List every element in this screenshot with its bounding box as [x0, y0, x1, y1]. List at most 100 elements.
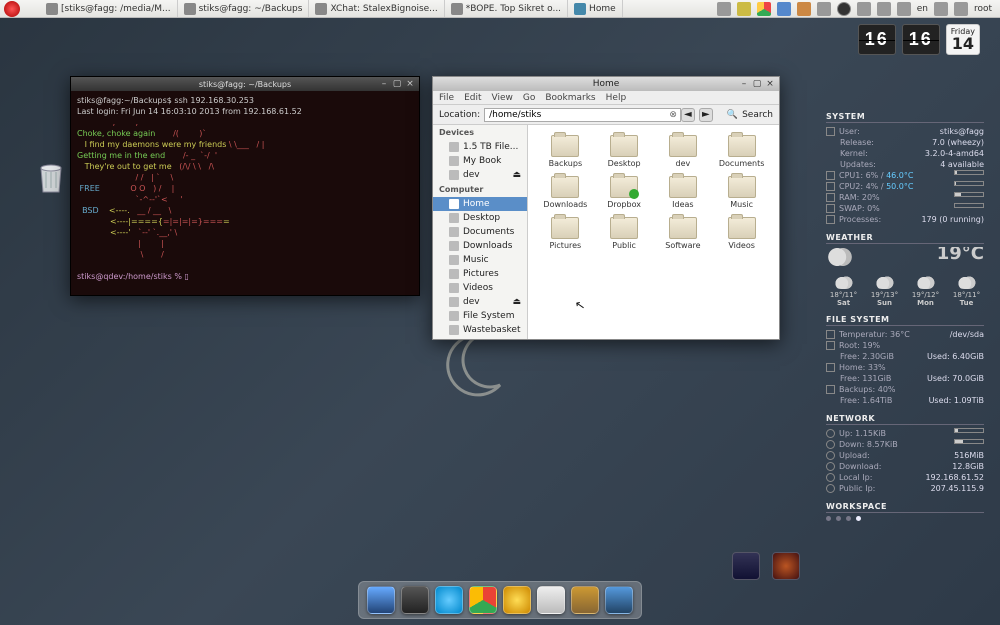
terminal-window[interactable]: stiks@fagg: ~/Backups – ▢ × stiks@fagg:~…: [70, 76, 420, 296]
trash-icon[interactable]: [35, 160, 67, 196]
menu-view[interactable]: View: [492, 93, 513, 103]
sidebar-item[interactable]: Pictures: [433, 267, 527, 281]
file-manager-window[interactable]: Home – ▢ × File Edit View Go Bookmarks H…: [432, 76, 780, 340]
location-label: Location:: [439, 110, 480, 120]
tray-icon[interactable]: [817, 2, 831, 16]
volume-tray-icon[interactable]: [897, 2, 911, 16]
folder-documents[interactable]: Documents: [714, 135, 769, 168]
user-indicator[interactable]: root: [974, 4, 992, 14]
weather-cloud-icon: [826, 247, 854, 267]
chrome-tray-icon[interactable]: [757, 2, 771, 16]
tray-icon[interactable]: [717, 2, 731, 16]
terminal-body[interactable]: stiks@fagg:~/Backups$ ssh 192.168.30.253…: [71, 91, 419, 286]
folder-dev[interactable]: dev: [656, 135, 711, 168]
search-icon[interactable]: 🔍: [727, 110, 738, 120]
folder-music[interactable]: Music: [714, 176, 769, 209]
tray-icon[interactable]: [797, 2, 811, 16]
clock-date: Friday 14: [946, 24, 980, 55]
tray-icon[interactable]: [934, 2, 948, 16]
clock-minutes: 16: [902, 24, 940, 55]
folder-dropbox[interactable]: Dropbox: [597, 176, 652, 209]
dock-emoji-icon[interactable]: [503, 586, 531, 614]
menu-file[interactable]: File: [439, 93, 454, 103]
location-input[interactable]: [484, 108, 681, 122]
forecast-day: 19°/12°Mon: [908, 275, 943, 307]
keyboard-lang[interactable]: en: [917, 4, 928, 14]
tray-icon[interactable]: [837, 2, 851, 16]
tray-icon[interactable]: [857, 2, 871, 16]
tray-icon[interactable]: [777, 2, 791, 16]
dock-network-icon[interactable]: [605, 586, 633, 614]
close-button[interactable]: ×: [405, 79, 415, 89]
sidebar-heading-computer: Computer: [433, 182, 527, 197]
sidebar-item[interactable]: dev⏏: [433, 295, 527, 309]
taskbar-item[interactable]: Home: [568, 0, 623, 17]
taskbar-item[interactable]: XChat: StalexBignoise...: [309, 0, 444, 17]
apps-launcher-icon[interactable]: [4, 1, 20, 17]
sidebar-heading-devices: Devices: [433, 125, 527, 140]
sidebar-item[interactable]: Documents: [433, 225, 527, 239]
sidebar-item[interactable]: Downloads: [433, 239, 527, 253]
conky-fs-heading: FILE SYSTEM: [826, 315, 984, 326]
folder-ideas[interactable]: Ideas: [656, 176, 711, 209]
maximize-button[interactable]: ▢: [392, 79, 402, 89]
minimize-button[interactable]: –: [739, 79, 749, 89]
sidebar-item[interactable]: Desktop: [433, 211, 527, 225]
menu-edit[interactable]: Edit: [464, 93, 481, 103]
dock-sublime-icon[interactable]: [571, 586, 599, 614]
sidebar-item[interactable]: Music: [433, 253, 527, 267]
sidebar-item-home[interactable]: Home: [433, 197, 527, 211]
menu-bookmarks[interactable]: Bookmarks: [545, 93, 595, 103]
workspace-indicator[interactable]: [826, 516, 984, 521]
sidebar-item[interactable]: dev⏏: [433, 168, 527, 182]
close-button[interactable]: ×: [765, 79, 775, 89]
dock-notes-icon[interactable]: [537, 586, 565, 614]
fm-menubar: File Edit View Go Bookmarks Help: [433, 91, 779, 105]
maximize-button[interactable]: ▢: [752, 79, 762, 89]
dock-terminal-icon[interactable]: [401, 586, 429, 614]
forecast-day: 18°/11°Tue: [949, 275, 984, 307]
system-tray: en root: [709, 2, 1000, 16]
clear-location-icon[interactable]: ⊗: [669, 110, 677, 120]
network-tray-icon[interactable]: [877, 2, 891, 16]
folder-public[interactable]: Public: [597, 217, 652, 250]
taskbar-item[interactable]: [stiks@fagg: /media/M...: [40, 0, 178, 17]
dock-chrome-icon[interactable]: [469, 586, 497, 614]
dock-anchor-icon[interactable]: [367, 586, 395, 614]
nav-forward-button[interactable]: ►: [699, 108, 713, 122]
folder-videos[interactable]: Videos: [714, 217, 769, 250]
fm-icon-view[interactable]: BackupsDesktopdevDocuments DownloadsDropb…: [528, 125, 779, 339]
folder-downloads[interactable]: Downloads: [538, 176, 593, 209]
folder-backups[interactable]: Backups: [538, 135, 593, 168]
sidebar-item[interactable]: My Book: [433, 154, 527, 168]
nav-back-button[interactable]: ◄: [681, 108, 695, 122]
taskbar-item[interactable]: *BOPE. Top Sikret o...: [445, 0, 568, 17]
dock-skype-icon[interactable]: [435, 586, 463, 614]
forecast-day: 18°/11°Sat: [826, 275, 861, 307]
conky-net-heading: NETWORK: [826, 414, 984, 425]
menu-go[interactable]: Go: [523, 93, 535, 103]
sidebar-heading-network: Network: [433, 337, 527, 339]
tray-icon[interactable]: [737, 2, 751, 16]
sidebar-item[interactable]: Wastebasket: [433, 323, 527, 337]
folder-desktop[interactable]: Desktop: [597, 135, 652, 168]
minimize-button[interactable]: –: [379, 79, 389, 89]
tray-icon[interactable]: [954, 2, 968, 16]
terminal-title: stiks@fagg: ~/Backups: [199, 80, 291, 89]
folder-software[interactable]: Software: [656, 217, 711, 250]
terminal-titlebar[interactable]: stiks@fagg: ~/Backups – ▢ ×: [71, 77, 419, 91]
menu-help[interactable]: Help: [606, 93, 627, 103]
conky-weather-heading: WEATHER: [826, 233, 984, 244]
fm-titlebar[interactable]: Home – ▢ ×: [433, 77, 779, 91]
diablo-launcher-icon[interactable]: [772, 552, 800, 580]
eve-launcher-icon[interactable]: [732, 552, 760, 580]
weather-temp: 19°C: [937, 247, 984, 264]
sidebar-item[interactable]: File System: [433, 309, 527, 323]
conky-sidebar: SYSTEM User:stiks@fagg Release:7.0 (whee…: [826, 112, 984, 529]
search-label[interactable]: Search: [742, 110, 773, 120]
folder-pictures[interactable]: Pictures: [538, 217, 593, 250]
sidebar-item[interactable]: 1.5 TB File...: [433, 140, 527, 154]
taskbar-item[interactable]: stiks@fagg: ~/Backups: [178, 0, 310, 17]
sidebar-item[interactable]: Videos: [433, 281, 527, 295]
conky-system-heading: SYSTEM: [826, 112, 984, 123]
